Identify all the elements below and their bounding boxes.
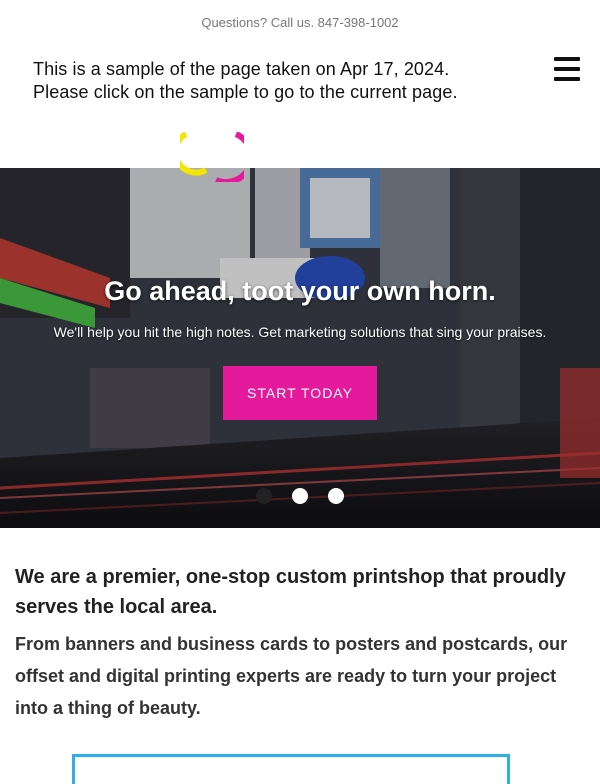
slide-dot-2[interactable] (292, 488, 308, 504)
slide-dot-1[interactable] (256, 488, 272, 504)
notice-line-2: Please click on the sample to go to the … (33, 82, 458, 102)
hero-overlay (0, 168, 600, 528)
logo-mark[interactable] (180, 132, 244, 182)
menu-bar (554, 77, 580, 81)
menu-bar (554, 57, 580, 61)
start-today-button[interactable]: START TODAY (223, 366, 377, 420)
intro-headline: We are a premier, one-stop custom prints… (15, 566, 566, 618)
menu-bar (554, 67, 580, 71)
archive-notice[interactable]: This is a sample of the page taken on Ap… (33, 58, 458, 104)
bottom-box (72, 754, 510, 784)
top-contact-bar: Questions? Call us. 847-398-1002 (0, 0, 600, 44)
hero-subtitle: We'll help you hit the high notes. Get m… (53, 324, 547, 340)
notice-line-1: This is a sample of the page taken on Ap… (33, 59, 450, 79)
hero-slider: Go ahead, toot your own horn. We'll help… (0, 168, 600, 528)
slide-dot-3[interactable] (328, 488, 344, 504)
intro-section: We are a premier, one-stop custom prints… (0, 562, 600, 724)
site-header: This is a sample of the page taken on Ap… (0, 44, 600, 182)
hamburger-menu-icon[interactable] (554, 57, 580, 81)
phone-text[interactable]: Questions? Call us. 847-398-1002 (201, 15, 398, 30)
slider-dots (0, 488, 600, 504)
hero-title: Go ahead, toot your own horn. (104, 276, 496, 306)
intro-body: From banners and business cards to poste… (15, 634, 568, 718)
